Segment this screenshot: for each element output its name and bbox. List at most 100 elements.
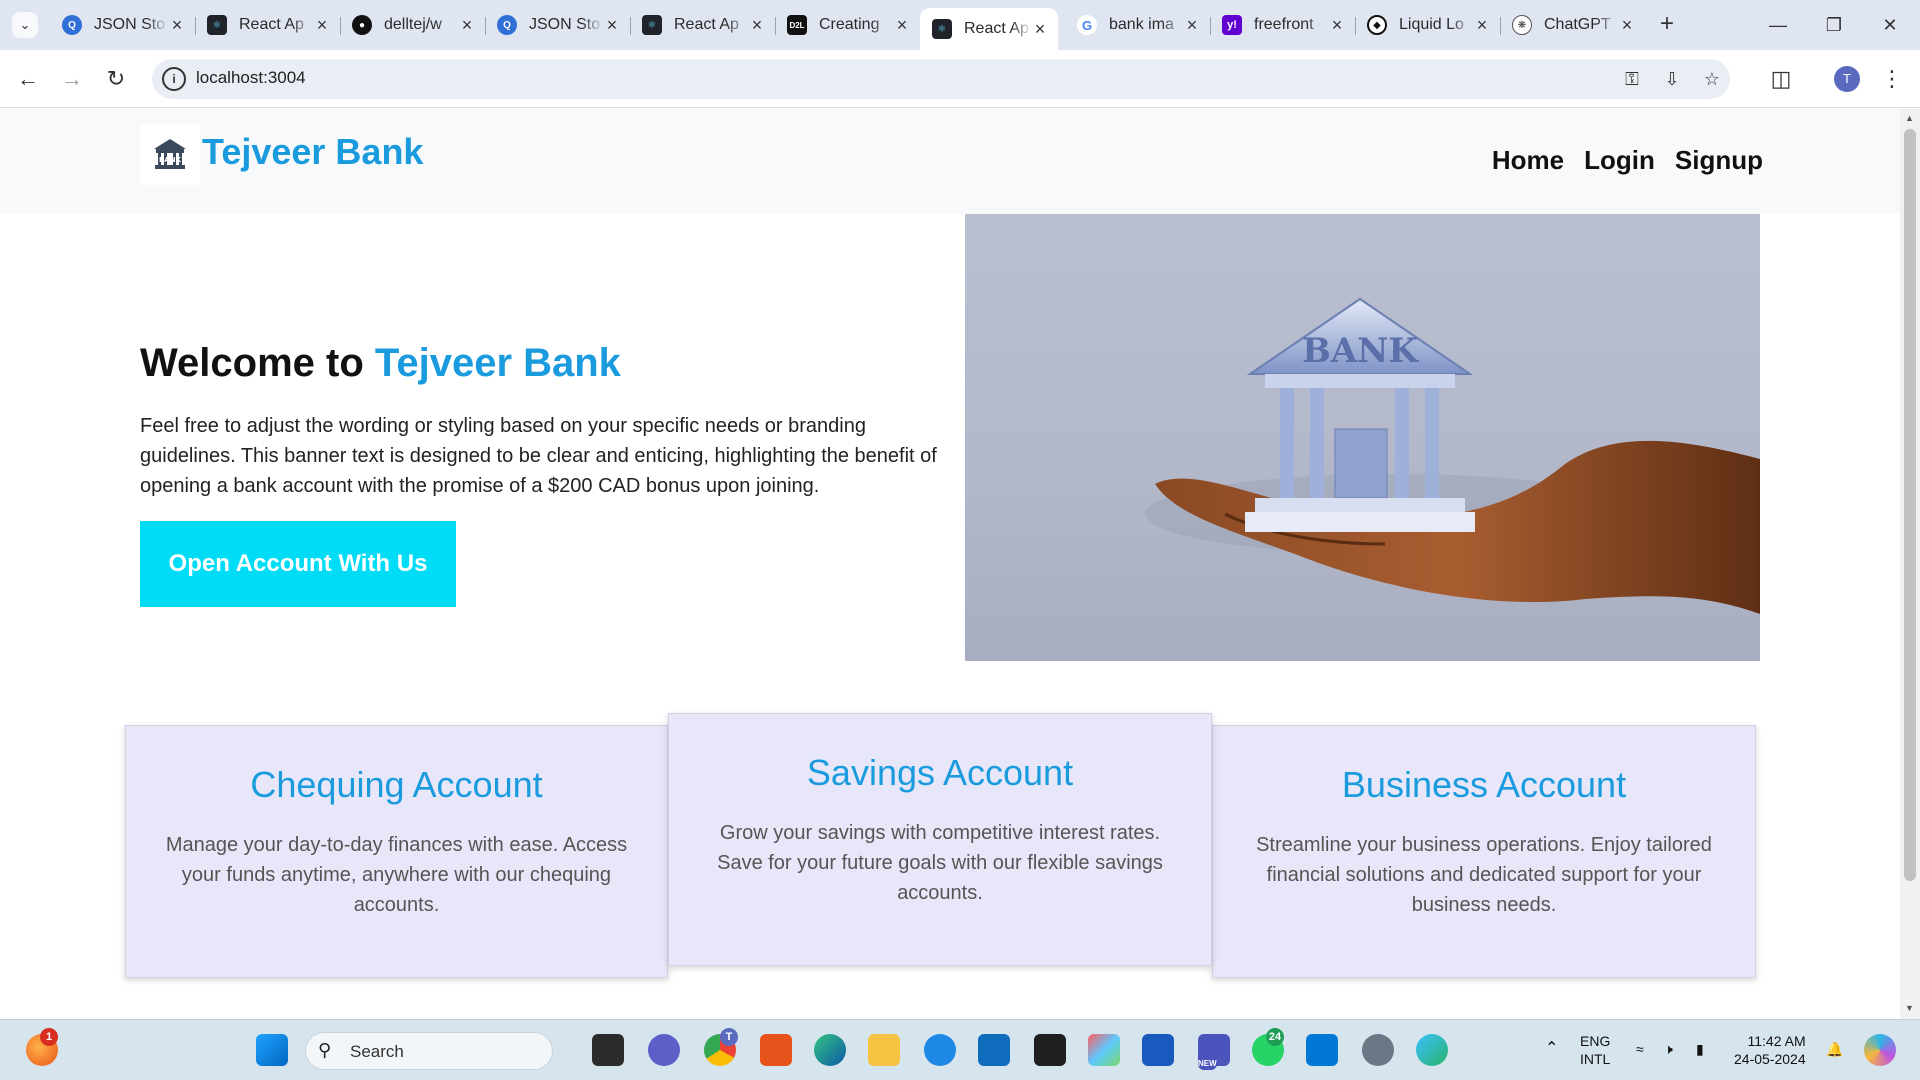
close-icon[interactable]: × (894, 15, 910, 36)
tab-react-app-1[interactable]: ⚛ React Ap × (195, 8, 341, 42)
word-icon[interactable] (1142, 1034, 1174, 1066)
app-launcher-icon[interactable] (760, 1034, 792, 1066)
tab-title: ChatGPT (1544, 16, 1611, 33)
brand-name[interactable]: Tejveer Bank (202, 131, 423, 173)
snipping-tool-icon[interactable] (1088, 1034, 1120, 1066)
volume-muted-icon[interactable]: 🕨 (1664, 1040, 1673, 1058)
tab-chatgpt[interactable]: ❋ ChatGPT × (1500, 8, 1645, 42)
page-viewport: BANK Tejveer Bank Home Login Signup Welc… (0, 109, 1900, 1019)
page-scrollbar[interactable]: ▲ ▼ (1900, 109, 1920, 1019)
copilot-icon[interactable] (1864, 1034, 1896, 1066)
minimize-button[interactable]: — (1750, 8, 1806, 42)
hero-description: Feel free to adjust the wording or styli… (140, 415, 937, 497)
chrome-profile-badge: T (720, 1028, 738, 1046)
tab-json-storage-2[interactable]: Q JSON Sto × (485, 8, 631, 42)
quick-assist-icon[interactable] (924, 1034, 956, 1066)
site-header: BANK Tejveer Bank Home Login Signup (0, 109, 1900, 214)
mail-icon[interactable] (978, 1034, 1010, 1066)
nav-login-link[interactable]: Login (1584, 145, 1655, 176)
tab-title: React Ap (239, 16, 304, 33)
settings-gear-icon[interactable] (1362, 1034, 1394, 1066)
query-icon: Q (62, 15, 82, 35)
language-code: ENG (1580, 1033, 1611, 1049)
tab-github[interactable]: ● delltej/w × (340, 8, 486, 42)
tab-react-app-2[interactable]: ⚛ React Ap × (630, 8, 776, 42)
tab-liquid[interactable]: ◆ Liquid Lo × (1355, 8, 1501, 42)
close-icon[interactable]: × (604, 15, 620, 36)
restore-button[interactable]: ❐ (1806, 8, 1862, 42)
bookmark-star-icon[interactable]: ☆ (1700, 67, 1724, 91)
tab-json-storage-1[interactable]: Q JSON Sto × (50, 8, 196, 42)
nav-signup-link[interactable]: Signup (1675, 145, 1763, 176)
notifications-bell-icon[interactable]: 🔔 (1826, 1040, 1843, 1058)
tab-search-button[interactable]: ⌄ (12, 12, 38, 38)
close-icon[interactable]: × (1619, 15, 1635, 36)
extensions-icon[interactable]: ◫ (1765, 63, 1797, 95)
close-icon[interactable]: × (749, 15, 765, 36)
tray-overflow-chevron-icon[interactable]: ⌃ (1545, 1040, 1558, 1058)
card-business[interactable]: Business Account Streamline your busines… (1212, 725, 1756, 978)
card-title: Chequing Account (250, 764, 543, 805)
close-icon[interactable]: × (1329, 15, 1345, 36)
tab-google-images[interactable]: G bank ima × (1065, 8, 1211, 42)
card-chequing[interactable]: Chequing Account Manage your day-to-day … (125, 725, 668, 978)
file-explorer-icon[interactable] (868, 1034, 900, 1066)
edge-icon[interactable] (814, 1034, 846, 1066)
main-nav: Home Login Signup (1492, 145, 1763, 176)
site-info-icon[interactable]: i (162, 67, 186, 91)
edge-dev-icon[interactable] (1416, 1034, 1448, 1066)
close-window-button[interactable]: ✕ (1862, 8, 1918, 42)
tab-yahoo[interactable]: y! freefront × (1210, 8, 1356, 42)
close-icon[interactable]: × (459, 15, 475, 36)
liquid-icon: ◆ (1367, 15, 1387, 35)
address-bar[interactable]: i localhost:3004 ⚿ ⇩ ☆ (152, 59, 1730, 99)
clock[interactable]: 11:42 AM 24-05-2024 (1734, 1032, 1806, 1068)
tab-d2l[interactable]: D2L Creating × (775, 8, 920, 42)
new-tab-button[interactable]: + (1652, 10, 1682, 40)
github-icon: ● (352, 15, 372, 35)
hero-image-label: BANK (1302, 331, 1419, 371)
terminal-icon[interactable] (1034, 1034, 1066, 1066)
back-button[interactable]: ← (12, 63, 44, 95)
tab-react-app-active[interactable]: ⚛ React Ap × (920, 8, 1058, 50)
profile-avatar[interactable]: T (1834, 66, 1860, 92)
open-account-button[interactable]: Open Account With Us (140, 521, 456, 607)
d2l-icon: D2L (787, 15, 807, 35)
close-icon[interactable]: × (1474, 15, 1490, 36)
windows-start-icon[interactable] (256, 1034, 288, 1066)
taskbar-search[interactable]: ⚲ Search (305, 1032, 553, 1070)
tab-title: Creating (819, 16, 880, 33)
nav-home-link[interactable]: Home (1492, 145, 1564, 176)
url-text[interactable]: localhost:3004 (196, 68, 306, 88)
reload-button[interactable]: ↻ (100, 63, 132, 95)
search-icon: ⚲ (318, 1040, 332, 1060)
forward-button[interactable]: → (56, 63, 88, 95)
close-icon[interactable]: × (169, 15, 185, 36)
close-icon[interactable]: × (314, 15, 330, 36)
menu-kebab-icon[interactable]: ⋮ (1876, 63, 1908, 95)
notification-badge: 1 (40, 1028, 58, 1046)
tab-title: delltej/w (384, 16, 442, 33)
language-indicator[interactable]: ENG INTL (1580, 1032, 1610, 1068)
password-key-icon[interactable]: ⚿ (1620, 67, 1644, 91)
card-title: Savings Account (806, 752, 1074, 793)
close-icon[interactable]: × (1184, 15, 1200, 36)
scrollbar-thumb[interactable] (1904, 129, 1916, 881)
teams-chat-icon[interactable] (648, 1034, 680, 1066)
tab-title: JSON Sto (94, 16, 166, 33)
browser-toolbar: ← → ↻ i localhost:3004 ⚿ ⇩ ☆ ◫ T ⋮ (0, 50, 1920, 108)
chatgpt-icon: ❋ (1512, 15, 1532, 35)
scroll-up-arrow-icon[interactable]: ▲ (1905, 113, 1914, 123)
install-app-icon[interactable]: ⇩ (1660, 67, 1684, 91)
hand-holding-bank-icon: BANK (1145, 297, 1760, 614)
whatsapp-badge: 24 (1266, 1028, 1284, 1046)
scroll-down-arrow-icon[interactable]: ▼ (1905, 1003, 1914, 1013)
task-view-icon[interactable] (592, 1034, 624, 1066)
wifi-icon[interactable]: ≈ (1636, 1040, 1644, 1058)
bank-logo[interactable]: BANK (140, 125, 200, 185)
battery-icon[interactable]: ▮ (1696, 1040, 1704, 1058)
vscode-icon[interactable] (1306, 1034, 1338, 1066)
close-icon[interactable]: × (1032, 19, 1048, 40)
tab-title: freefront (1254, 16, 1314, 33)
card-savings[interactable]: Savings Account Grow your savings with c… (668, 713, 1212, 966)
